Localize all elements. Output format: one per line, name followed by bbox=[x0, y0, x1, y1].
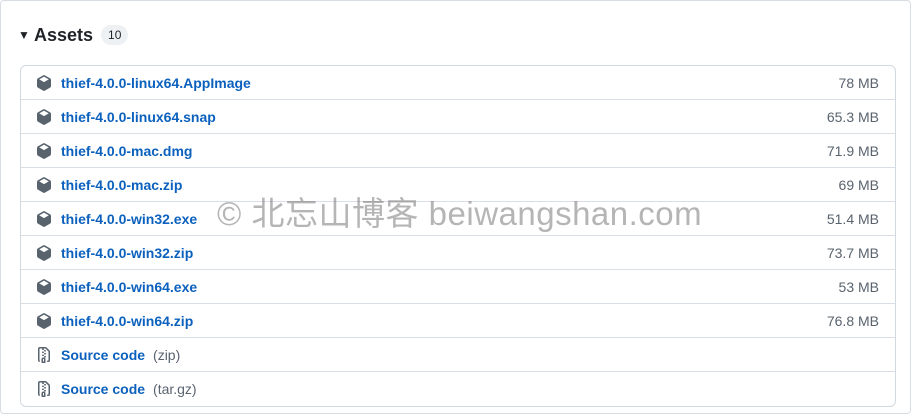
source-code-label: Source code bbox=[61, 346, 146, 363]
file-zip-icon bbox=[38, 347, 50, 363]
asset-list: thief-4.0.0-linux64.AppImage 78 MB thief… bbox=[20, 65, 896, 407]
asset-link[interactable]: thief-4.0.0-win32.exe bbox=[61, 211, 197, 227]
asset-row: thief-4.0.0-linux64.snap 65.3 MB bbox=[21, 100, 895, 134]
release-assets-panel: ▼ Assets 10 thief-4.0.0-linux64.AppImage… bbox=[0, 0, 911, 414]
package-icon bbox=[37, 143, 51, 159]
asset-link[interactable]: thief-4.0.0-win32.zip bbox=[61, 245, 193, 261]
source-code-targz-link[interactable]: Source code (tar.gz) bbox=[61, 381, 197, 397]
asset-size: 53 MB bbox=[838, 278, 879, 295]
asset-size: 69 MB bbox=[838, 176, 879, 193]
source-format: (zip) bbox=[153, 346, 181, 363]
source-code-zip-link[interactable]: Source code (zip) bbox=[61, 347, 180, 363]
asset-link[interactable]: thief-4.0.0-linux64.AppImage bbox=[61, 75, 251, 91]
source-format: (tar.gz) bbox=[153, 381, 197, 397]
source-code-label: Source code bbox=[61, 381, 146, 397]
package-icon bbox=[37, 211, 51, 227]
package-icon bbox=[37, 177, 51, 193]
asset-size: 76.8 MB bbox=[826, 312, 879, 329]
package-icon bbox=[37, 75, 51, 91]
assets-toggle[interactable]: ▼ Assets 10 bbox=[18, 23, 129, 47]
asset-size: 51.4 MB bbox=[826, 210, 879, 227]
asset-row: thief-4.0.0-mac.zip 69 MB bbox=[21, 168, 895, 202]
asset-row: thief-4.0.0-mac.dmg 71.9 MB bbox=[21, 134, 895, 168]
file-zip-icon bbox=[38, 381, 50, 397]
package-icon bbox=[37, 313, 51, 329]
assets-count-badge: 10 bbox=[101, 25, 129, 45]
triangle-down-icon: ▼ bbox=[18, 28, 30, 42]
asset-row: thief-4.0.0-win64.exe 53 MB bbox=[21, 270, 895, 304]
source-row: Source code (tar.gz) bbox=[21, 372, 895, 406]
asset-row: thief-4.0.0-win32.exe 51.4 MB bbox=[21, 202, 895, 236]
asset-link[interactable]: thief-4.0.0-win64.zip bbox=[61, 313, 193, 329]
package-icon bbox=[37, 245, 51, 261]
asset-link[interactable]: thief-4.0.0-mac.dmg bbox=[61, 143, 192, 159]
asset-size: 78 MB bbox=[838, 74, 879, 91]
assets-title: Assets bbox=[34, 24, 94, 45]
source-row: Source code (zip) bbox=[21, 338, 895, 372]
asset-link[interactable]: thief-4.0.0-win64.exe bbox=[61, 279, 197, 295]
asset-row: thief-4.0.0-win32.zip 73.7 MB bbox=[21, 236, 895, 270]
asset-size: 71.9 MB bbox=[826, 142, 879, 159]
asset-row: thief-4.0.0-win64.zip 76.8 MB bbox=[21, 304, 895, 338]
package-icon bbox=[37, 109, 51, 125]
package-icon bbox=[37, 279, 51, 295]
asset-size: 65.3 MB bbox=[826, 108, 879, 125]
asset-link[interactable]: thief-4.0.0-mac.zip bbox=[61, 177, 182, 193]
asset-row: thief-4.0.0-linux64.AppImage 78 MB bbox=[21, 66, 895, 100]
asset-size: 73.7 MB bbox=[826, 244, 879, 261]
asset-link[interactable]: thief-4.0.0-linux64.snap bbox=[61, 109, 216, 125]
